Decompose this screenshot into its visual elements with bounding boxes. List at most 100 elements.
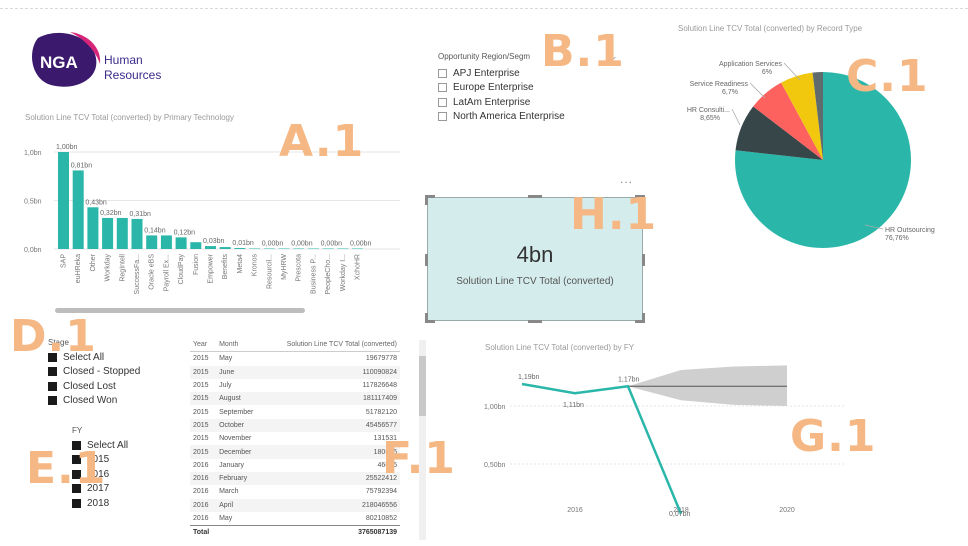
table-cell: 75792394 (365, 488, 397, 496)
y-tick-label: 0,0bn (24, 247, 42, 254)
checkbox-icon[interactable] (438, 112, 447, 122)
pie-slice-name: HR Consulti... (687, 107, 730, 114)
x-tick-label: CloudPay (178, 254, 185, 285)
fy-slicer-item[interactable]: 2018 (72, 496, 172, 511)
x-tick-label: Fusion (193, 254, 200, 275)
table-cell: 181117409 (263, 392, 400, 406)
region-slicer-item[interactable]: Europe Enterprise (438, 81, 638, 96)
table-header[interactable]: Month (216, 338, 264, 353)
pie-slice-label: 6,7% (722, 89, 738, 96)
checkbox-icon[interactable] (48, 367, 57, 377)
line-point-label: 1,19bn (518, 374, 540, 381)
line-point-label: 1,17bn (618, 376, 640, 383)
bar[interactable] (116, 217, 128, 249)
table-scrollbar-thumb[interactable] (419, 356, 426, 416)
bar[interactable] (293, 248, 305, 250)
table-cell: February (216, 471, 264, 486)
bar[interactable] (175, 237, 187, 249)
table-row: 2015 July 117826648 (190, 379, 400, 392)
x-tick-label: Prescota (296, 254, 303, 282)
checkbox-icon[interactable] (438, 83, 447, 93)
bar-data-label: 0,32bn (100, 210, 122, 217)
checkbox-icon[interactable] (438, 68, 447, 78)
stage-slicer-item[interactable]: Closed - Stopped (48, 365, 178, 380)
table-cell: 180605 (263, 445, 400, 459)
more-options-icon[interactable]: ... (620, 172, 633, 186)
table-cell: 19679778 (365, 355, 397, 363)
checkbox-icon[interactable] (438, 97, 447, 107)
x-tick-label: Workday (105, 254, 112, 282)
table-cell: 218046556 (263, 498, 400, 512)
bar[interactable] (249, 248, 261, 250)
bar[interactable] (263, 248, 275, 250)
table-header[interactable]: Year (190, 338, 217, 353)
bar-data-label: 0,00bn (262, 241, 284, 248)
bar[interactable] (322, 248, 334, 250)
x-tick-label: Oracle eBS (149, 254, 156, 290)
bar[interactable] (146, 235, 158, 249)
pie-slice-label: 8,65% (700, 115, 720, 122)
bar[interactable] (131, 218, 143, 249)
x-tick-label: RegIntell (119, 254, 126, 282)
table-cell: 2016 (193, 461, 209, 469)
bar-data-label: 0,03bn (203, 238, 225, 245)
checkbox-icon[interactable] (48, 381, 57, 391)
x-tick-label: Kronos (252, 254, 259, 277)
table-cell: May (219, 515, 233, 522)
callout-g: G.1 (790, 411, 877, 462)
table-cell: 2015 (190, 365, 217, 379)
table-cell: August (216, 392, 264, 406)
bar[interactable] (160, 235, 172, 249)
bar[interactable] (205, 246, 216, 249)
table-header[interactable]: Solution Line TCV Total (converted) (263, 338, 400, 353)
table-cell: January (219, 461, 244, 469)
region-slicer-item-label: APJ Enterprise (453, 67, 520, 79)
table-row: 2016 April 218046556 (190, 498, 400, 512)
checkbox-icon[interactable] (72, 498, 81, 508)
table-row: 2015 August 181117409 (190, 392, 400, 406)
bar[interactable] (58, 152, 69, 249)
table-row: 2015 June 110090824 (190, 365, 400, 379)
table-row: 2016 February 25522412 (190, 471, 400, 486)
kpi-label: Solution Line TCV Total (converted) (456, 276, 614, 287)
table-cell: 2015 (193, 382, 209, 390)
data-table[interactable]: Year Month Solution Line TCV Total (conver… (190, 338, 400, 546)
bar[interactable] (219, 247, 231, 249)
bar[interactable] (337, 248, 349, 250)
forecast-band (628, 365, 787, 406)
logo-line2: Resources (104, 68, 161, 82)
table-total-label: Total (190, 525, 217, 540)
table-row: 2015 November 131531 (190, 432, 400, 445)
bar[interactable] (87, 207, 99, 249)
table-cell: 110090824 (263, 365, 400, 379)
region-slicer-item-label: North America Enterprise (453, 111, 565, 123)
fy-slicer-title: FY (72, 426, 83, 435)
x-tick-label: MyHRW (281, 254, 288, 280)
bar[interactable] (102, 217, 114, 249)
bar[interactable] (190, 242, 202, 249)
bar[interactable] (307, 248, 319, 250)
line-series[interactable] (521, 382, 683, 515)
table-cell: 51782120 (365, 408, 397, 416)
stage-slicer-item-label: Closed Lost (63, 380, 116, 392)
table-cell: 117826648 (362, 382, 397, 390)
checkbox-icon[interactable] (48, 396, 57, 406)
bar[interactable] (234, 248, 246, 249)
stage-slicer-item[interactable]: Closed Lost (48, 379, 178, 394)
bar-data-label: 0,01bn (232, 240, 254, 247)
region-slicer-item[interactable]: North America Enterprise (438, 110, 638, 125)
bar-data-label: 0,81bn (71, 162, 93, 169)
bar[interactable] (72, 170, 84, 249)
bar[interactable] (278, 248, 290, 250)
stage-slicer-item[interactable]: Closed Won (48, 394, 178, 409)
table-cell: September (219, 408, 254, 416)
y-tick-label: 1,00bn (484, 404, 506, 411)
line-chart-title: Solution Line TCV Total (converted) by F… (485, 343, 635, 352)
x-tick-label: Other (90, 253, 97, 271)
region-slicer-item[interactable]: LatAm Enterprise (438, 95, 638, 110)
table-cell: December (216, 445, 264, 459)
table-cell: 2015 (193, 355, 209, 363)
table-cell: 2015 (193, 408, 209, 416)
bar[interactable] (352, 248, 363, 250)
x-tick-label: Resourcil... (266, 254, 273, 289)
